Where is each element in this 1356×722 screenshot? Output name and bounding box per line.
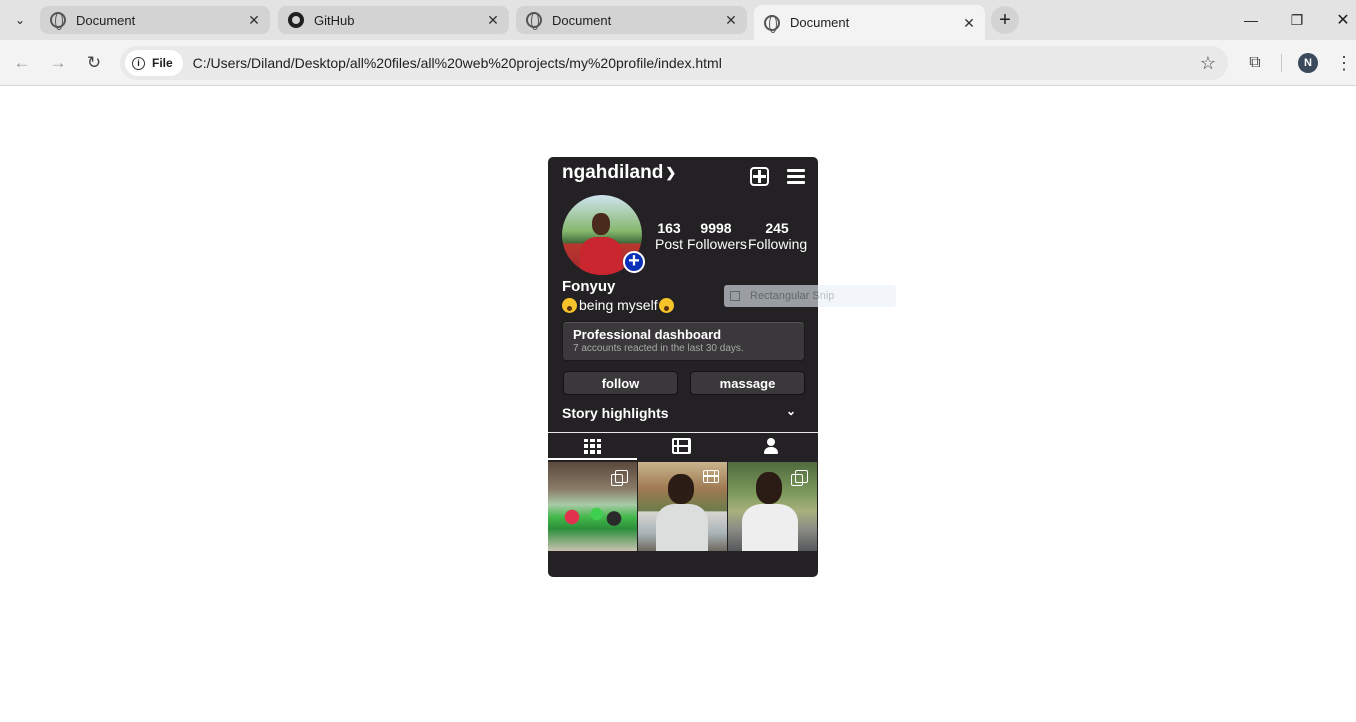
globe-icon [50, 12, 66, 30]
story-highlights-label[interactable]: Story highlights [562, 405, 669, 421]
stat-posts-value: 163 [657, 220, 681, 236]
reload-icon[interactable]: ↻ [82, 51, 106, 75]
snip-rectangle-icon [730, 291, 740, 301]
post-thumbnail[interactable] [638, 462, 727, 551]
tagged-user-icon [763, 438, 778, 454]
snip-tooltip-label: Rectangular Snip [750, 290, 835, 302]
profile-avatar[interactable]: N [1298, 53, 1318, 73]
tab-title: Document [76, 12, 136, 28]
reels-icon [672, 438, 691, 454]
dashboard-subtitle: 7 accounts reacted in the last 30 days. [573, 343, 744, 354]
reel-icon [703, 470, 719, 483]
follow-button[interactable]: follow [563, 371, 678, 395]
restore-icon[interactable]: ❐ [1285, 8, 1309, 32]
stat-followers-value: 9998 [700, 220, 732, 236]
stat-followers-label: Followers [687, 236, 747, 252]
site-info-chip[interactable]: i File [125, 50, 183, 76]
bookmark-star-icon[interactable]: ☆ [1200, 53, 1216, 74]
stat-posts[interactable]: 163 Post [655, 220, 683, 252]
professional-dashboard[interactable]: Professional dashboard 7 accounts reacte… [562, 321, 805, 361]
tab-tagged[interactable] [726, 434, 815, 458]
close-icon[interactable]: ✕ [246, 12, 262, 28]
hamburger-menu-icon[interactable] [787, 169, 805, 184]
chevron-down-icon: ❯ [665, 165, 677, 180]
close-icon[interactable]: ✕ [723, 12, 739, 28]
add-post-icon[interactable] [750, 167, 769, 186]
globe-icon [526, 12, 542, 30]
info-icon: i [132, 56, 145, 70]
more-menu-icon[interactable]: ⋮ [1332, 51, 1356, 75]
chevron-down-icon[interactable]: ⌄ [786, 404, 796, 418]
close-window-icon[interactable]: ✕ [1331, 8, 1355, 32]
tab-title: Document [790, 15, 850, 30]
browser-tab-4-active[interactable]: Document ✕ [754, 5, 985, 40]
multiple-photos-icon [791, 470, 808, 486]
stat-following[interactable]: 245 Following [748, 220, 808, 252]
grid-icon [584, 438, 601, 454]
globe-icon [764, 14, 780, 33]
new-tab-button[interactable]: + [991, 6, 1019, 34]
username-switcher[interactable]: ngahdiland ❯ [562, 162, 676, 184]
surprised-face-icon [562, 297, 577, 313]
browser-tab-3[interactable]: Document ✕ [516, 6, 747, 34]
tabs-divider [548, 432, 818, 433]
address-bar[interactable]: i File C:/Users/Diland/Desktop/all%20fil… [120, 46, 1228, 80]
toolbar-divider [1281, 54, 1282, 72]
multiple-photos-icon [611, 470, 628, 486]
stat-followers[interactable]: 9998 Followers [687, 220, 747, 252]
minimize-icon[interactable]: — [1239, 8, 1263, 32]
tab-reels[interactable] [637, 434, 726, 458]
post-thumbnail[interactable] [548, 462, 637, 551]
add-story-plus-icon[interactable]: + [623, 251, 645, 273]
dashboard-title: Professional dashboard [573, 327, 722, 342]
bio: being myself [562, 297, 674, 313]
snip-tool-tooltip: Rectangular Snip [724, 285, 896, 307]
username: ngahdiland [562, 162, 664, 183]
tab-title: GitHub [314, 12, 355, 28]
display-name: Fonyuy [562, 278, 616, 295]
stat-posts-label: Post [655, 236, 684, 252]
forward-arrow-icon[interactable]: → [46, 51, 70, 75]
tab-posts-grid[interactable] [548, 434, 637, 460]
browser-tab-1[interactable]: Document ✕ [40, 6, 270, 34]
bio-text: being myself [579, 297, 658, 313]
message-button[interactable]: massage [690, 371, 805, 395]
tab-strip: ⌄ Document ✕ GitHub ✕ Document ✕ Documen… [0, 0, 1356, 40]
post-thumbnail[interactable] [728, 462, 817, 551]
browser-toolbar: ← → ↻ i File C:/Users/Diland/Desktop/all… [0, 40, 1356, 86]
stat-following-label: Following [748, 236, 808, 252]
stat-following-value: 245 [765, 220, 789, 236]
site-info-label: File [152, 56, 173, 70]
url-text[interactable]: C:/Users/Diland/Desktop/all%20files/all%… [193, 55, 722, 71]
tab-title: Document [552, 12, 612, 28]
browser-tab-2[interactable]: GitHub ✕ [278, 6, 509, 34]
surprised-face-icon [658, 297, 674, 313]
tab-search-chevron-icon[interactable]: ⌄ [8, 8, 32, 32]
close-icon[interactable]: ✕ [485, 12, 501, 28]
close-icon[interactable]: ✕ [961, 15, 977, 31]
back-arrow-icon[interactable]: ← [10, 51, 34, 75]
profile-card: ngahdiland ❯ + 163 Post 9998 Followers 2… [548, 157, 818, 577]
github-icon [288, 12, 304, 28]
extensions-puzzle-icon[interactable]: ⧉ [1243, 51, 1267, 75]
